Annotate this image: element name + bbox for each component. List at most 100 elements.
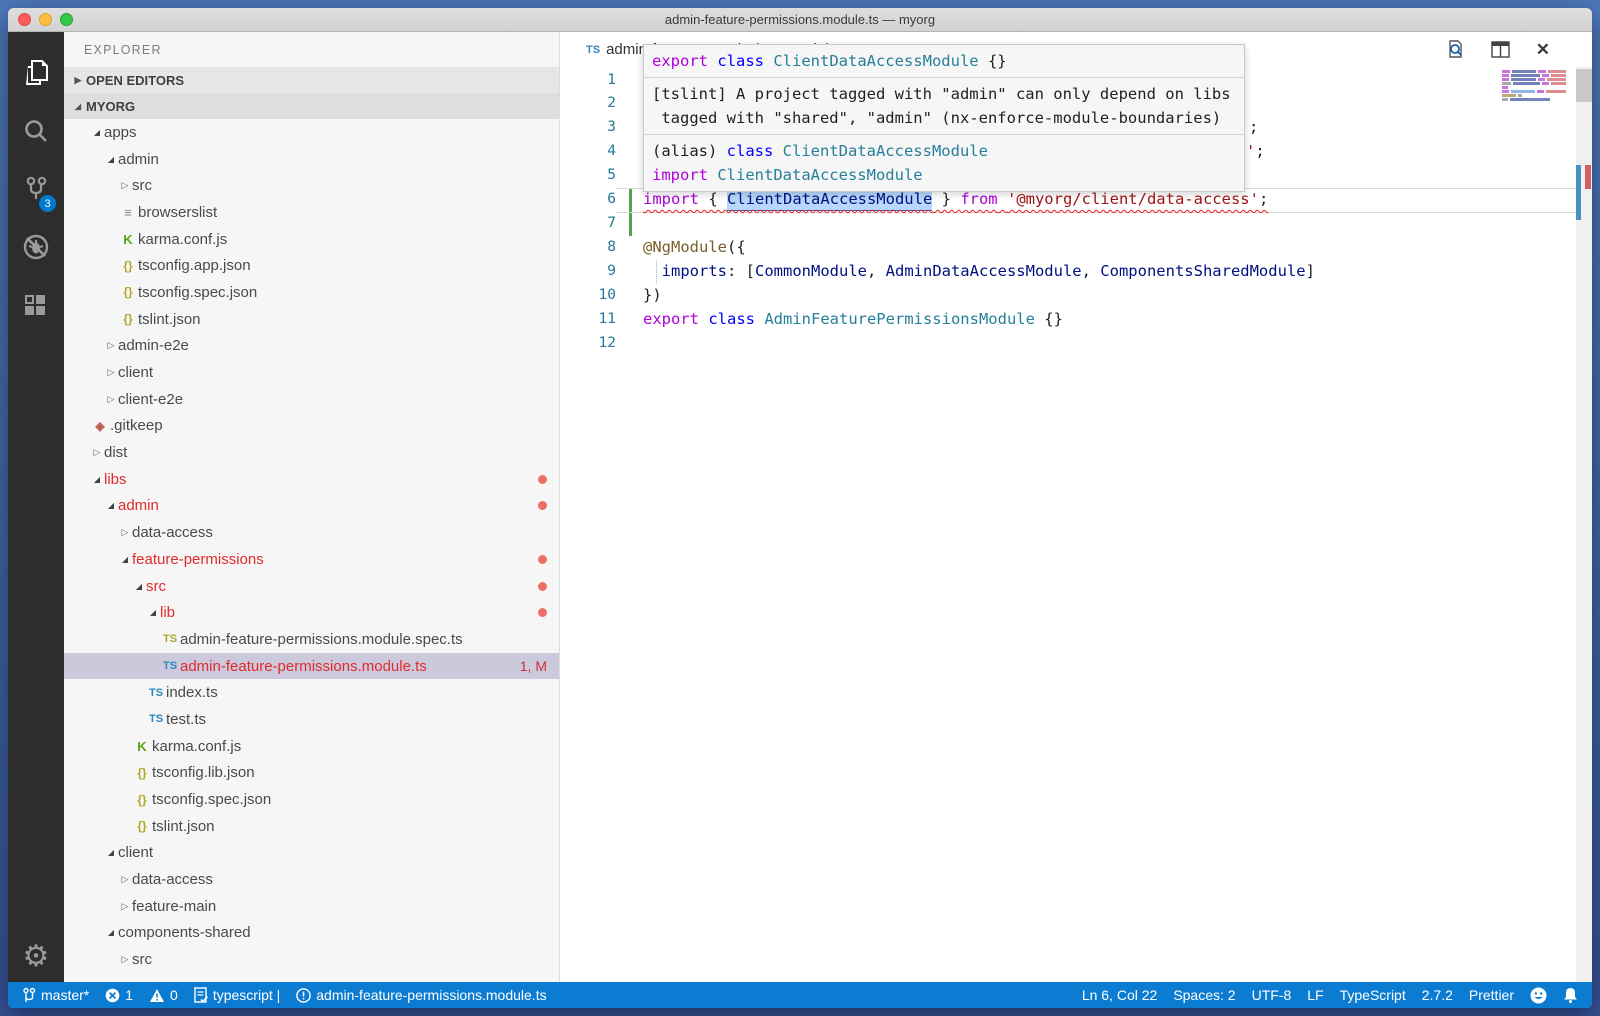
tree-item-label: admin bbox=[118, 151, 159, 168]
tree-item-test.ts[interactable]: TStest.ts bbox=[64, 706, 559, 733]
tree-item-label: karma.conf.js bbox=[152, 738, 241, 755]
tree-item-browserslist[interactable]: ≡browserslist bbox=[64, 199, 559, 226]
code-line-8[interactable]: 8@NgModule({ bbox=[560, 235, 1592, 259]
extensions-activity-item[interactable] bbox=[8, 278, 64, 336]
tree-item-data-access[interactable]: ▷data-access bbox=[64, 866, 559, 893]
tree-item-admin-e2e[interactable]: ▷admin-e2e bbox=[64, 333, 559, 360]
folder-collapsed-icon: ▷ bbox=[118, 527, 132, 538]
error-dot-badge bbox=[538, 501, 547, 510]
status-errors[interactable]: 1 bbox=[105, 987, 133, 1003]
split-editor-icon[interactable] bbox=[1491, 41, 1510, 58]
code-line-11[interactable]: 11export class AdminFeaturePermissionsMo… bbox=[560, 307, 1592, 331]
code-token: ComponentsSharedModule bbox=[1100, 259, 1305, 283]
tree-item-tslint.json[interactable]: {}tslint.json bbox=[64, 813, 559, 840]
tree-item-client-e2e[interactable]: ▷client-e2e bbox=[64, 386, 559, 413]
tree-item-.gitkeep[interactable]: ◈.gitkeep bbox=[64, 413, 559, 440]
open-preview-icon[interactable] bbox=[1446, 40, 1465, 59]
status-indentation[interactable]: Spaces: 2 bbox=[1173, 987, 1235, 1003]
window-title: admin-feature-permissions.module.ts — my… bbox=[8, 12, 1592, 27]
tree-item-admin-feature-permissions.module.ts[interactable]: TSadmin-feature-permissions.module.ts1, … bbox=[64, 653, 559, 680]
tree-item-tslint.json[interactable]: {}tslint.json bbox=[64, 306, 559, 333]
code-editor[interactable]: 123;4';56import { ClientDataAccessModule… bbox=[560, 67, 1592, 982]
settings-gear-icon[interactable]: ⚙ bbox=[23, 942, 50, 972]
hover-code-line: import ClientDataAccessModule bbox=[652, 163, 1236, 187]
status-warnings[interactable]: 0 bbox=[149, 987, 178, 1003]
code-line-10[interactable]: 10}) bbox=[560, 283, 1592, 307]
tree-item-label: admin bbox=[118, 497, 159, 514]
source-control-activity-item[interactable]: 3 bbox=[8, 162, 64, 220]
tree-item-components-shared[interactable]: ◢components-shared bbox=[64, 920, 559, 947]
tree-item-karma.conf.js[interactable]: Kkarma.conf.js bbox=[64, 733, 559, 760]
tree-item-admin[interactable]: ◢admin bbox=[64, 493, 559, 520]
line-number: 1 bbox=[560, 68, 616, 91]
code-line-9[interactable]: 9 imports: [CommonModule, AdminDataAcces… bbox=[560, 259, 1592, 283]
status-label: Prettier bbox=[1469, 987, 1514, 1003]
status-label: typescript | bbox=[213, 987, 280, 1003]
search-activity-item[interactable] bbox=[8, 104, 64, 162]
json-icon: {} bbox=[132, 793, 152, 807]
status-language[interactable]: TypeScript bbox=[1340, 987, 1406, 1003]
tree-item-karma.conf.js[interactable]: Kkarma.conf.js bbox=[64, 226, 559, 253]
line-number: 6 bbox=[560, 187, 616, 211]
folder-collapsed-icon: ▷ bbox=[118, 180, 132, 191]
code-token: ClientDataAccessModule bbox=[783, 139, 988, 163]
tree-item-label: tsconfig.spec.json bbox=[138, 284, 257, 301]
tree-item-admin-feature-permissions.module.spec.ts[interactable]: TSadmin-feature-permissions.module.spec.… bbox=[64, 626, 559, 653]
status-eol[interactable]: LF bbox=[1307, 987, 1323, 1003]
status-prettier[interactable]: Prettier bbox=[1469, 987, 1514, 1003]
code-content: imports: [CommonModule, AdminDataAccessM… bbox=[616, 259, 1315, 283]
open-editors-header[interactable]: ▶ OPEN EDITORS bbox=[64, 67, 559, 93]
tree-item-client[interactable]: ◢client bbox=[64, 840, 559, 867]
smiley-icon bbox=[1530, 987, 1547, 1004]
close-icon[interactable]: ✕ bbox=[1536, 40, 1550, 60]
tree-item-label: test.ts bbox=[166, 711, 206, 728]
tree-item-index.ts[interactable]: TSindex.ts bbox=[64, 679, 559, 706]
status-label: 2.7.2 bbox=[1422, 987, 1453, 1003]
scrollbar-slider[interactable] bbox=[1576, 69, 1592, 102]
tree-item-feature-permissions[interactable]: ◢feature-permissions bbox=[64, 546, 559, 573]
tree-item-label: dist bbox=[104, 444, 127, 461]
debug-activity-item[interactable] bbox=[8, 220, 64, 278]
overview-ruler[interactable] bbox=[1576, 67, 1592, 982]
workspace-root-header[interactable]: ◢ MYORG bbox=[64, 93, 559, 119]
warning-icon bbox=[149, 988, 165, 1003]
status-ts-version[interactable]: 2.7.2 bbox=[1422, 987, 1453, 1003]
tree-item-data-access[interactable]: ▷data-access bbox=[64, 519, 559, 546]
line-number: 10 bbox=[560, 283, 616, 307]
status-encoding[interactable]: UTF-8 bbox=[1252, 987, 1292, 1003]
tree-item-src[interactable]: ▷src bbox=[64, 946, 559, 973]
code-token: ClientDataAccessModule bbox=[773, 49, 988, 73]
code-token: , bbox=[867, 259, 886, 283]
tree-item-apps[interactable]: ◢apps bbox=[64, 119, 559, 146]
tree-item-libs[interactable]: ◢libs bbox=[64, 466, 559, 493]
status-tslint[interactable]: typescript | bbox=[194, 987, 280, 1003]
tree-item-feature-main[interactable]: ▷feature-main bbox=[64, 893, 559, 920]
tree-item-tsconfig.lib.json[interactable]: {}tsconfig.lib.json bbox=[64, 760, 559, 787]
tree-item-lib[interactable]: ◢lib bbox=[64, 599, 559, 626]
status-file-info[interactable]: admin-feature-permissions.module.ts bbox=[296, 987, 546, 1003]
folder-expanded-icon: ◢ bbox=[104, 501, 118, 510]
karma-icon: K bbox=[132, 739, 152, 754]
tree-item-admin[interactable]: ◢admin bbox=[64, 146, 559, 173]
status-branch[interactable]: master* bbox=[22, 987, 89, 1003]
tree-item-label: feature-permissions bbox=[132, 551, 264, 568]
tree-item-tsconfig.spec.json[interactable]: {}tsconfig.spec.json bbox=[64, 279, 559, 306]
tree-item-client[interactable]: ▷client bbox=[64, 359, 559, 386]
tree-item-src[interactable]: ◢src bbox=[64, 573, 559, 600]
status-notifications[interactable] bbox=[1563, 987, 1578, 1003]
tree-item-label: client bbox=[118, 364, 153, 381]
code-line-12[interactable]: 12 bbox=[560, 331, 1592, 355]
tree-item-src[interactable]: ▷src bbox=[64, 172, 559, 199]
minimap[interactable] bbox=[1502, 70, 1566, 101]
explorer-activity-item[interactable] bbox=[8, 46, 64, 104]
debug-icon bbox=[22, 233, 50, 266]
tree-item-tsconfig.app.json[interactable]: {}tsconfig.app.json bbox=[64, 252, 559, 279]
code-line-7[interactable]: 7 bbox=[560, 211, 1592, 235]
tree-item-tsconfig.spec.json[interactable]: {}tsconfig.spec.json bbox=[64, 786, 559, 813]
status-feedback[interactable] bbox=[1530, 987, 1547, 1004]
tree-item-label: lib bbox=[160, 604, 175, 621]
code-token: CommonModule bbox=[755, 259, 867, 283]
tree-item-dist[interactable]: ▷dist bbox=[64, 439, 559, 466]
status-cursor-position[interactable]: Ln 6, Col 22 bbox=[1082, 987, 1158, 1003]
explorer-icon bbox=[23, 58, 50, 93]
